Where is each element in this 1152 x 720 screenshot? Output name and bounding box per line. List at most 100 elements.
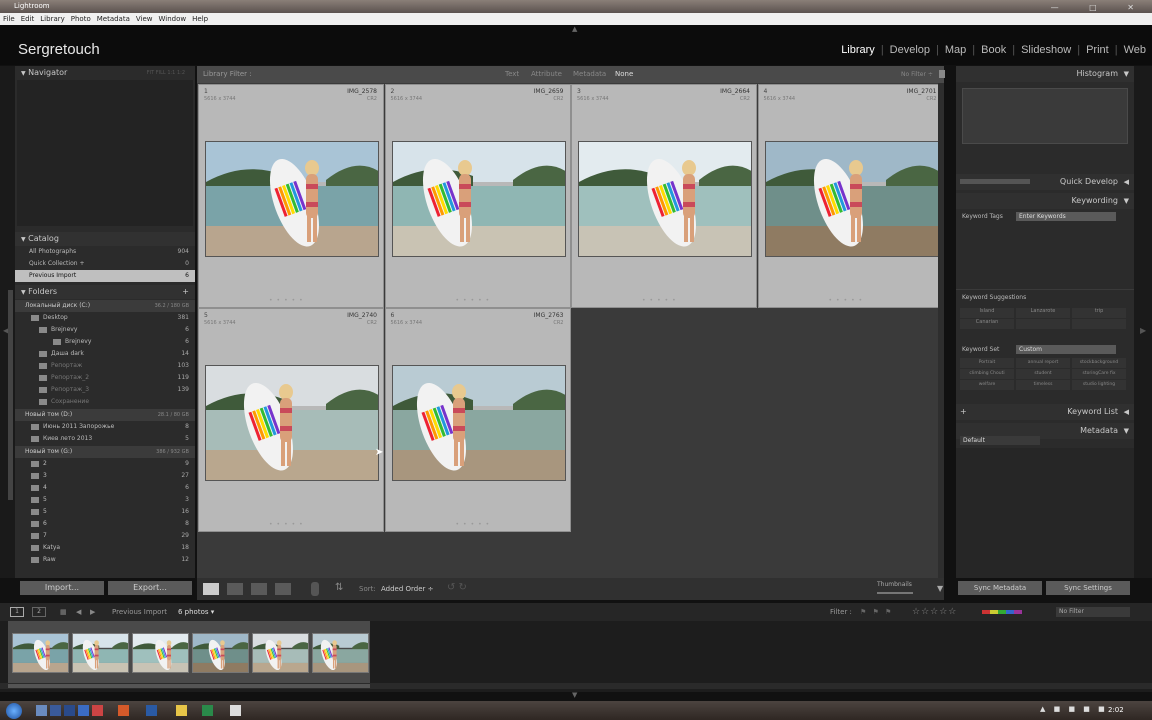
menu-metadata[interactable]: Metadata: [94, 15, 133, 23]
survey-view-icon[interactable]: [275, 583, 291, 595]
forward-icon[interactable]: ▶: [90, 603, 95, 621]
photo-count[interactable]: 6 photos ▾: [178, 603, 214, 621]
photo-thumbnail[interactable]: [391, 365, 566, 481]
folder-item[interactable]: Raw 12: [15, 554, 195, 566]
keyword-set-item[interactable]: timeless: [1016, 380, 1070, 390]
grid-cell[interactable]: 3 IMG_2664 5616 x 3744 CR2 •••••: [571, 84, 757, 308]
keyword-set-dropdown[interactable]: Custom: [1016, 345, 1116, 354]
keyword-suggestion[interactable]: [1072, 319, 1126, 329]
cell-rating-dots[interactable]: •••••: [269, 521, 307, 528]
menu-edit[interactable]: Edit: [18, 15, 38, 23]
grid-cell[interactable]: 6 IMG_2763 5616 x 3744 CR2 •••••: [384, 308, 571, 532]
keyword-set-item[interactable]: annual report: [1016, 358, 1070, 368]
keyword-suggestion[interactable]: [1016, 319, 1070, 329]
filmstrip-thumbnail[interactable]: [192, 633, 249, 673]
page-1-button[interactable]: 1: [10, 607, 24, 617]
histogram-header[interactable]: Histogram ▼: [956, 66, 1134, 82]
loupe-view-icon[interactable]: [227, 583, 243, 595]
cell-rating-dots[interactable]: •••••: [829, 297, 867, 304]
folder-item[interactable]: 7 29: [15, 530, 195, 542]
star-filter-icons[interactable]: ☆☆☆☆☆: [912, 603, 957, 621]
rotate-icon[interactable]: ↺ ↻: [447, 582, 467, 593]
taskbar-app-icon[interactable]: [230, 705, 241, 716]
keyword-suggestion[interactable]: Island: [960, 308, 1014, 318]
sort-direction-icon[interactable]: ⇅: [335, 582, 343, 593]
back-icon[interactable]: ◀: [76, 603, 81, 621]
module-slideshow[interactable]: Slideshow: [1015, 44, 1077, 56]
folders-header[interactable]: ▼ Folders +: [15, 285, 195, 299]
taskbar-app-icon[interactable]: [64, 705, 75, 716]
menu-help[interactable]: Help: [189, 15, 211, 23]
menu-view[interactable]: View: [133, 15, 156, 23]
add-folder-button[interactable]: +: [182, 285, 189, 299]
flag-filter-icons[interactable]: ⚑ ⚑ ⚑: [860, 603, 893, 621]
collapse-right-icon[interactable]: ▶: [1140, 326, 1146, 335]
sort-dropdown[interactable]: Added Order ÷: [381, 585, 434, 593]
folder-item[interactable]: Киев лето 2013 5: [15, 433, 195, 445]
folder-item[interactable]: 29: [15, 458, 195, 470]
volume-c-header[interactable]: Локальный диск (C:) 36.2 / 180 GB: [15, 300, 195, 312]
filmstrip-scrollbar[interactable]: [0, 683, 1152, 689]
folder-item[interactable]: Katya 18: [15, 542, 195, 554]
filmstrip-thumbnail[interactable]: [312, 633, 369, 673]
photo-thumbnail[interactable]: [578, 141, 752, 257]
collapse-top-icon[interactable]: ▲: [572, 25, 577, 33]
taskbar-app-icon[interactable]: [78, 705, 89, 716]
volume-g-header[interactable]: Новый том (G:) 386 / 932 GB: [15, 446, 195, 458]
cell-rating-dots[interactable]: •••••: [456, 521, 494, 528]
volume-d-header[interactable]: Новый том (D:) 28.1 / 80 GB: [15, 409, 195, 421]
navigator-zoom[interactable]: FIT FILL 1:1 1:2: [147, 66, 185, 80]
folder-item[interactable]: 68: [15, 518, 195, 530]
add-keyword-icon[interactable]: +: [960, 404, 967, 420]
taskbar-app-icon[interactable]: [146, 705, 157, 716]
page-2-button[interactable]: 2: [32, 607, 46, 617]
grid-cell[interactable]: 1 IMG_2578 5616 x 3744 CR2 •••••: [198, 84, 384, 308]
module-develop[interactable]: Develop: [884, 44, 936, 56]
grid-cell[interactable]: 2 IMG_2659 5616 x 3744 CR2 •••••: [384, 84, 571, 308]
catalog-header[interactable]: ▼ Catalog: [15, 232, 195, 246]
tray-icons[interactable]: ▲ ■ ■ ■ ■: [1040, 705, 1108, 713]
cell-rating-dots[interactable]: •••••: [456, 297, 494, 304]
keyword-suggestion[interactable]: Canarian: [960, 319, 1014, 329]
taskbar-app-icon[interactable]: [118, 705, 129, 716]
taskbar-app-icon[interactable]: [36, 705, 47, 716]
import-button[interactable]: Import...: [20, 581, 104, 595]
filmstrip-thumbnail[interactable]: [72, 633, 129, 673]
filmstrip-source[interactable]: Previous Import: [112, 603, 167, 621]
keyword-set-item[interactable]: storingCare fix: [1072, 369, 1126, 379]
photo-thumbnail[interactable]: [391, 141, 566, 257]
filmstrip-thumbnail[interactable]: [252, 633, 309, 673]
filmstrip-thumbnail[interactable]: [12, 633, 69, 673]
grid-view-icon[interactable]: [203, 583, 219, 595]
sync-settings-button[interactable]: Sync Settings: [1046, 581, 1130, 595]
keyword-set-item[interactable]: Portrait: [960, 358, 1014, 368]
filter-attribute[interactable]: Attribute: [531, 66, 562, 83]
folder-item[interactable]: Репортаж_3 139: [15, 384, 195, 396]
folder-item[interactable]: Brejnevy 6: [15, 336, 195, 348]
painter-icon[interactable]: [311, 582, 319, 596]
keyword-suggestion[interactable]: Lanzarote: [1016, 308, 1070, 318]
color-label-filter[interactable]: [982, 610, 1022, 614]
keyword-set-item[interactable]: student: [1016, 369, 1070, 379]
start-button-icon[interactable]: [6, 703, 22, 719]
folder-item[interactable]: Репортаж_2 119: [15, 372, 195, 384]
clock[interactable]: 2:02: [1108, 706, 1124, 714]
keyword-list-header[interactable]: + Keyword List ◀: [956, 404, 1134, 420]
folder-item[interactable]: 5 16: [15, 506, 195, 518]
quick-develop-slider[interactable]: [960, 179, 1030, 184]
photo-thumbnail[interactable]: [764, 141, 939, 257]
folder-item[interactable]: Июнь 2011 Запорожье 8: [15, 421, 195, 433]
keywording-header[interactable]: Keywording ▼: [956, 193, 1134, 209]
filmstrip-filter-dropdown[interactable]: No Filter: [1056, 607, 1130, 617]
folder-item[interactable]: 53: [15, 494, 195, 506]
collapse-bottom-icon[interactable]: ▼: [572, 691, 577, 699]
taskbar-app-icon[interactable]: [50, 705, 61, 716]
left-scrollbar[interactable]: [8, 290, 13, 500]
module-web[interactable]: Web: [1118, 44, 1152, 56]
export-button[interactable]: Export...: [108, 581, 192, 595]
photo-thumbnail[interactable]: [205, 365, 379, 481]
menu-photo[interactable]: Photo: [68, 15, 94, 23]
quick-develop-header[interactable]: Quick Develop ◀: [956, 174, 1134, 190]
grid-scrollbar[interactable]: [938, 83, 944, 578]
keyword-suggestion[interactable]: trip: [1072, 308, 1126, 318]
